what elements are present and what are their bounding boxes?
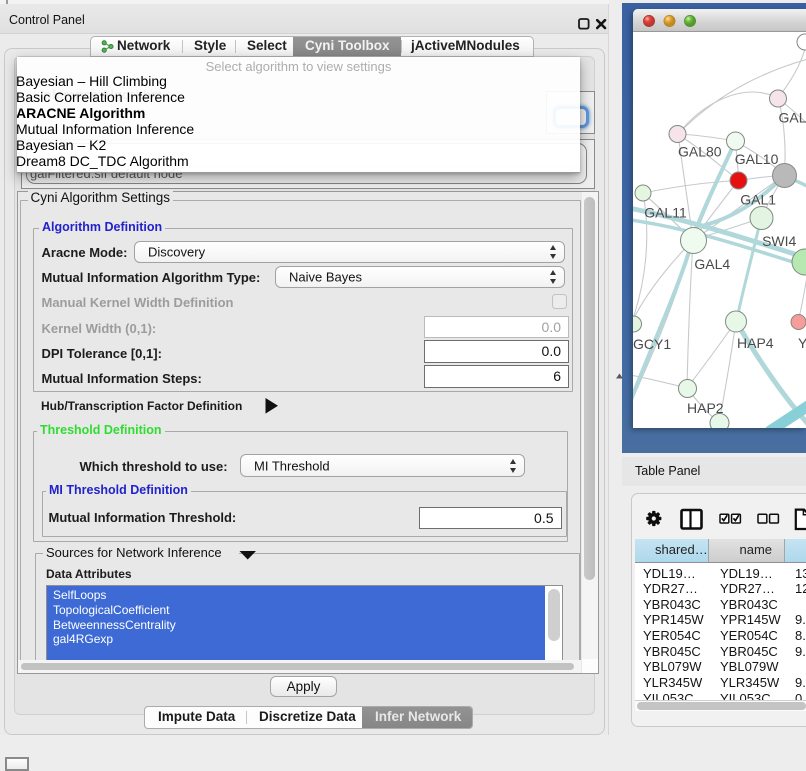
svg-text:Y: Y — [798, 335, 806, 351]
svg-text:GAL: GAL — [779, 110, 806, 126]
svg-text:HAP4: HAP4 — [737, 335, 774, 351]
svg-text:GAL10: GAL10 — [735, 151, 779, 167]
svg-text:GAL4: GAL4 — [694, 256, 730, 272]
svg-text:GAL1: GAL1 — [740, 192, 776, 208]
svg-text:GAL80: GAL80 — [678, 144, 722, 160]
svg-text:GCY1: GCY1 — [633, 336, 671, 352]
svg-text:GAL11: GAL11 — [644, 205, 687, 221]
svg-text:SWI4: SWI4 — [762, 233, 796, 249]
svg-text:HAP2: HAP2 — [687, 400, 724, 416]
